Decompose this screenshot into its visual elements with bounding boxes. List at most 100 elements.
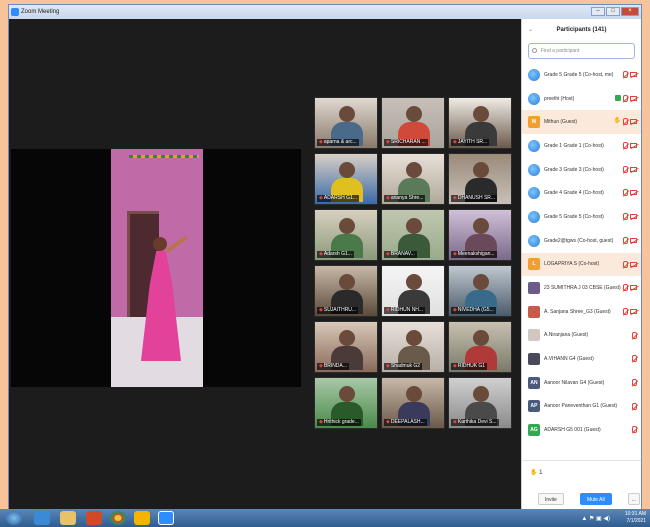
start-button-icon[interactable] [6, 511, 22, 525]
muted-mic-icon[interactable] [632, 426, 637, 434]
video-off-icon[interactable] [630, 285, 637, 291]
chrome-icon[interactable] [110, 511, 126, 525]
muted-mic-icon[interactable] [623, 236, 628, 244]
participant-row[interactable]: A.VIHANN G4 (Guest) [522, 347, 641, 371]
video-off-icon[interactable] [630, 166, 637, 172]
muted-mic-icon[interactable] [623, 284, 628, 292]
screen-share-icon [615, 95, 621, 102]
video-tile[interactable]: ◆DHANUSH SR... [448, 153, 512, 205]
video-tile[interactable]: ◆aparna & arc... [314, 97, 378, 149]
video-off-icon[interactable] [630, 95, 637, 101]
participant-name: DHANUSH SR... [457, 195, 496, 201]
muted-mic-icon[interactable] [623, 260, 628, 268]
video-tile[interactable]: ◆BRINDA... [314, 321, 378, 373]
video-off-icon[interactable] [630, 190, 637, 196]
participant-row[interactable]: Grade 3 Grade 3 (Co-host) [522, 158, 641, 182]
muted-mic-icon[interactable] [632, 331, 637, 339]
participant-row[interactable]: Grade 5 Grade 5 (Co-host) [522, 205, 641, 229]
muted-mic-icon: ◆ [319, 363, 323, 369]
video-tile[interactable]: ◆JAYITH SR... [448, 97, 512, 149]
zoom-taskbar-icon[interactable] [158, 511, 174, 525]
video-off-icon[interactable] [630, 143, 637, 149]
clock[interactable]: 10:31 AM 7/1/2021 [625, 511, 646, 525]
participant-row[interactable]: Grade2@tgws (Co-host, guest) [522, 229, 641, 253]
muted-mic-icon[interactable] [632, 355, 637, 363]
avatar [528, 353, 540, 366]
participant-name: Aanoor Paneventhan G1 (Guest) [544, 403, 618, 410]
participant-name: A.VIHANN G4 (Guest) [544, 356, 594, 363]
video-off-icon[interactable] [630, 261, 637, 267]
participants-footer: ✋ 1 Invite Mute All ... [522, 460, 641, 510]
maximize-button[interactable]: □ [606, 7, 620, 16]
video-off-icon[interactable] [630, 119, 637, 125]
muted-mic-icon[interactable] [623, 165, 628, 173]
system-tray-icons[interactable]: ▲ ⚑ ▣ ◀) [581, 515, 610, 522]
participant-row[interactable]: Grade 5 Grade 5 (Co-host, me) [522, 63, 641, 87]
video-off-icon[interactable] [630, 237, 637, 243]
video-tile[interactable]: ◆NIVEDHA (G5... [448, 265, 512, 317]
video-tile[interactable]: ◆ananya Shre... [381, 153, 445, 205]
muted-mic-icon[interactable] [623, 118, 628, 126]
video-tile[interactable]: ◆Karthika Devi S... [448, 377, 512, 429]
muted-mic-icon[interactable] [623, 213, 628, 221]
participant-row[interactable]: AG ADARSH G5 001 (Guest) [522, 418, 641, 442]
participant-row[interactable]: Grade 4 Grade 4 (Co-host) [522, 181, 641, 205]
participant-row[interactable]: AN Aanoor Nilavan G4 (Guest) [522, 371, 641, 395]
video-tile[interactable]: ◆RIDHUK G1 [448, 321, 512, 373]
active-speaker-video[interactable] [11, 149, 301, 387]
video-tile[interactable]: ◆Shadmuk G2 [381, 321, 445, 373]
minimize-button[interactable]: – [591, 7, 605, 16]
more-options-button[interactable]: ... [627, 493, 640, 505]
participant-search-input[interactable]: Find a participant [528, 43, 635, 59]
participant-name: SRICHARAN ... [390, 139, 426, 145]
participant-row[interactable]: A. Sanjana Shree_G3 (Guest) [522, 300, 641, 324]
participant-row[interactable]: A.Niranjana (Guest) [522, 324, 641, 348]
participant-name: 23 SUMITHRA J 03 CBSE (Guest) [544, 285, 621, 292]
video-stage: ◆aparna & arc... ◆SRICHARAN ... ◆JAYITH SR… [9, 19, 521, 510]
video-tile[interactable]: ◆Meenakshigan... [448, 209, 512, 261]
video-tile[interactable]: ◆Adarsh G1... [314, 209, 378, 261]
collapse-chevron-icon[interactable]: ⌄ [528, 19, 533, 41]
muted-mic-icon[interactable] [623, 189, 628, 197]
participant-row[interactable]: AP Aanoor Paneventhan G1 (Guest) [522, 395, 641, 419]
muted-mic-icon[interactable] [632, 402, 637, 410]
video-off-icon[interactable] [630, 72, 637, 77]
video-tile-label: ◆ananya Shre... [384, 195, 426, 202]
participants-title: Participants (141) [556, 27, 607, 33]
muted-mic-icon: ◆ [319, 251, 323, 257]
muted-mic-icon: ◆ [319, 195, 323, 201]
mute-all-button[interactable]: Mute All [579, 493, 612, 505]
video-tile[interactable]: ◆SUJAITHRU... [314, 265, 378, 317]
title-bar: Zoom Meeting – □ × [9, 5, 641, 19]
video-tile[interactable]: ◆SRICHARAN ... [381, 97, 445, 149]
sticky-notes-icon[interactable] [134, 511, 150, 525]
video-off-icon[interactable] [630, 308, 637, 314]
participant-name: JAYITH SR... [457, 139, 488, 145]
muted-mic-icon: ◆ [386, 363, 390, 369]
muted-mic-icon[interactable] [623, 71, 628, 78]
video-tile[interactable]: ◆BRANAV... [381, 209, 445, 261]
participant-row[interactable]: Grade 1 Grade 1 (Co-host) [522, 134, 641, 158]
video-tile[interactable]: ◆RIDHUN NH... [381, 265, 445, 317]
muted-mic-icon[interactable] [623, 142, 628, 150]
close-button[interactable]: × [621, 7, 639, 16]
muted-mic-icon[interactable] [623, 307, 628, 315]
file-explorer-icon[interactable] [60, 511, 76, 525]
muted-mic-icon[interactable] [632, 378, 637, 386]
invite-button[interactable]: Invite [538, 493, 564, 505]
internet-explorer-icon[interactable] [34, 511, 50, 525]
video-tile[interactable]: ◆Hrithick grade... [314, 377, 378, 429]
participant-row[interactable]: preethi (Host) [522, 87, 641, 111]
muted-mic-icon[interactable] [623, 94, 628, 102]
video-tile[interactable]: ◆ADARSH G1... [314, 153, 378, 205]
video-off-icon[interactable] [630, 214, 637, 220]
muted-mic-icon: ◆ [453, 307, 457, 313]
participant-row[interactable]: 23 SUMITHRA J 03 CBSE (Guest) [522, 276, 641, 300]
video-tile[interactable]: ◆DEEPALASH... [381, 377, 445, 429]
participant-row[interactable]: M Mithun (Guest) ✋ [522, 110, 641, 135]
media-player-icon[interactable] [86, 511, 102, 525]
muted-mic-icon: ◆ [319, 419, 323, 425]
participant-name: ananya Shre... [390, 195, 424, 201]
globe-avatar-icon [528, 234, 540, 247]
participant-row[interactable]: L LOGAPRIYA S (Co-host) [522, 252, 641, 277]
